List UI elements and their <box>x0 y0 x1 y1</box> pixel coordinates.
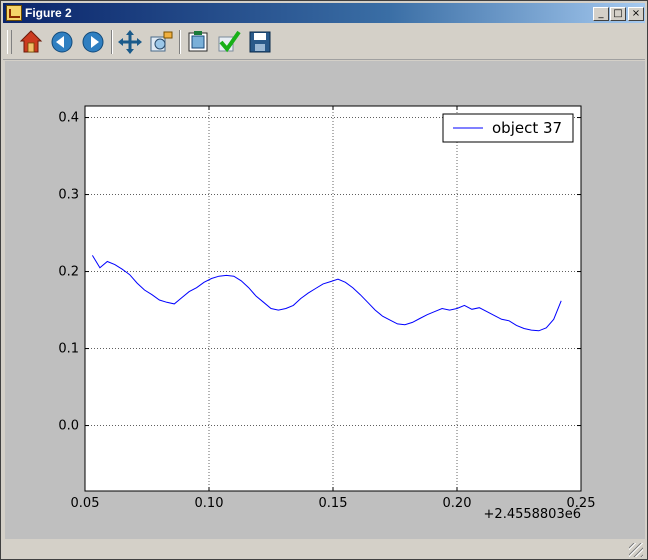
app-icon <box>6 5 22 21</box>
zoom-icon <box>150 31 173 52</box>
back-icon <box>51 31 73 53</box>
minimize-button[interactable]: _ <box>593 7 609 21</box>
y-tick-label: 0.1 <box>58 342 79 357</box>
y-tick-label: 0.0 <box>58 419 79 434</box>
window-title: Figure 2 <box>25 6 72 20</box>
toolbar <box>3 25 645 60</box>
home-button[interactable] <box>18 29 44 55</box>
y-tick-label: 0.3 <box>58 188 79 203</box>
back-button[interactable] <box>49 29 75 55</box>
save-icon <box>249 31 271 53</box>
toolbar-grip[interactable] <box>7 30 12 54</box>
save-button[interactable] <box>247 29 273 55</box>
toolbar-separator <box>179 30 181 54</box>
checkmark-icon <box>218 30 241 53</box>
subplots-icon <box>188 31 208 52</box>
x-tick-label: 0.15 <box>319 496 348 511</box>
figure-window: Figure 2 _ □ × 0.05 0.10 0.15 0.20 0.25 … <box>0 0 648 560</box>
legend-label: object 37 <box>492 119 562 137</box>
resize-grip[interactable] <box>629 543 643 557</box>
figure-canvas[interactable]: 0.05 0.10 0.15 0.20 0.25 0.0 0.1 0.2 0.3 0.4 +2.… <box>5 61 645 539</box>
legend: object 37 <box>442 113 574 143</box>
x-tick-label: 0.10 <box>195 496 224 511</box>
home-icon <box>19 30 43 53</box>
close-button[interactable]: × <box>628 7 644 21</box>
maximize-button[interactable]: □ <box>610 7 626 21</box>
pan-icon <box>118 30 142 54</box>
y-tick-label: 0.2 <box>58 265 79 280</box>
toolbar-separator <box>111 30 113 54</box>
title-bar[interactable]: Figure 2 _ □ × <box>3 3 645 23</box>
zoom-button[interactable] <box>148 29 174 55</box>
edit-button[interactable] <box>216 29 242 55</box>
line-chart[interactable]: 0.05 0.10 0.15 0.20 0.25 0.00.10.20.30.4 +2.… <box>5 61 645 539</box>
status-bar <box>3 541 645 559</box>
x-tick-label: 0.20 <box>443 496 472 511</box>
forward-button[interactable] <box>80 29 106 55</box>
x-tick-label: 0.05 <box>71 496 100 511</box>
pan-button[interactable] <box>117 29 143 55</box>
x-offset-label: +2.4558803e6 <box>484 507 581 522</box>
subplots-button[interactable] <box>185 29 211 55</box>
forward-icon <box>82 31 104 53</box>
y-tick-label: 0.4 <box>58 111 79 126</box>
